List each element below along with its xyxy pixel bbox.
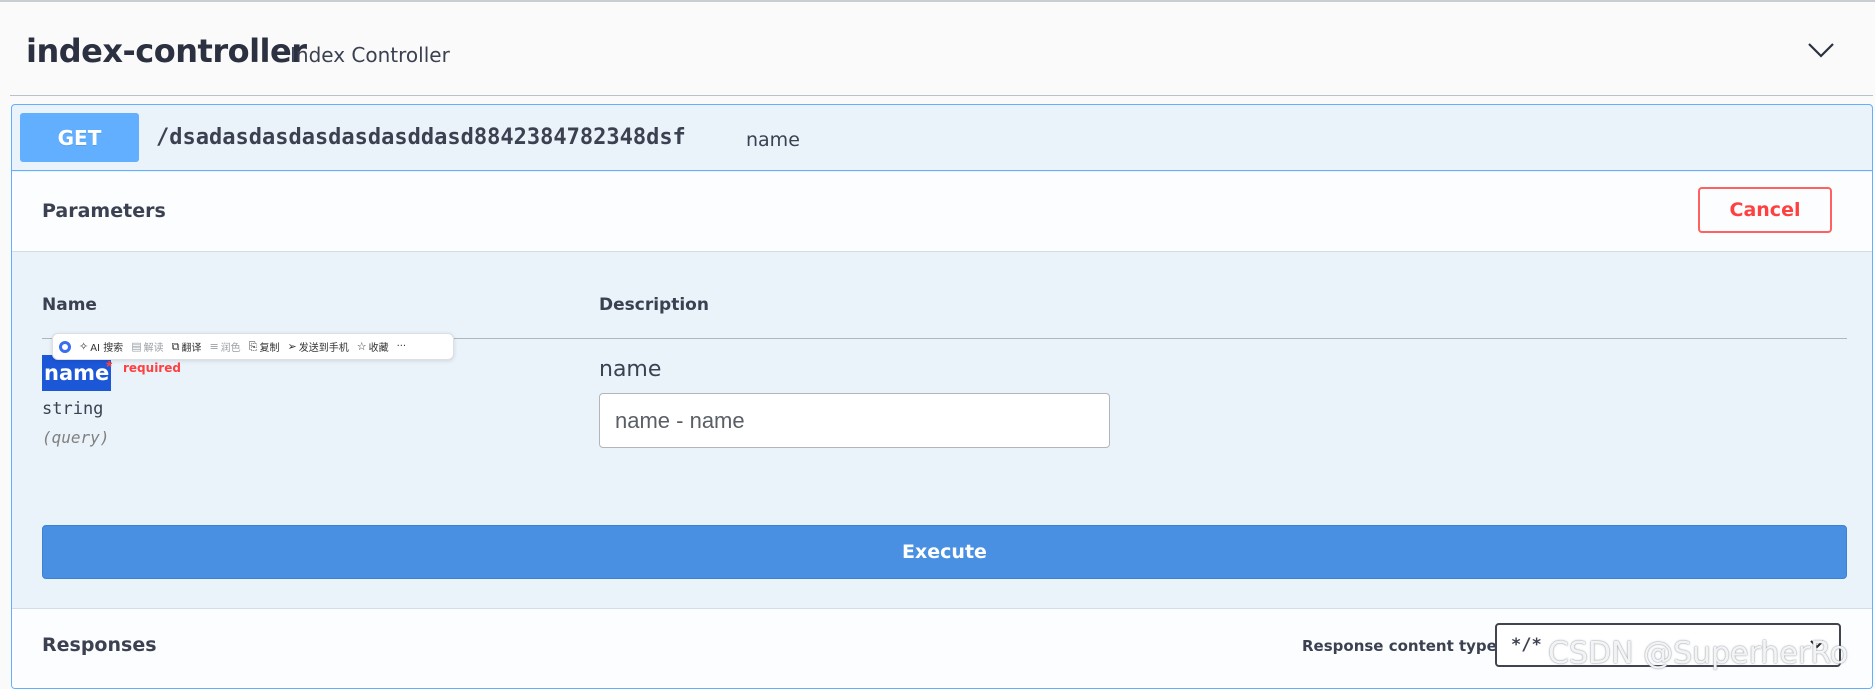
toolbar-copy[interactable]: ⎘ 复制: [248, 339, 280, 355]
operation-summary-text: name: [746, 129, 800, 151]
column-header-name: Name: [42, 295, 97, 315]
copy-icon: ⎘: [248, 339, 258, 353]
toolbar-send-to-phone[interactable]: ➢ 发送到手机: [287, 339, 348, 354]
watermark: CSDN @SuperherRo: [1548, 636, 1849, 671]
sparkle-icon: ✧: [79, 340, 89, 353]
star-icon: ☆: [356, 340, 367, 353]
parameter-type: string: [42, 399, 104, 419]
operation-summary[interactable]: GET /dsadasdasdasdasdasddasd884238478234…: [12, 105, 1872, 171]
http-method-badge: GET: [20, 113, 139, 162]
content-type-value: */*: [1511, 635, 1542, 655]
operation-path: /dsadasdasdasdasdasddasd8842384782348dsf: [156, 125, 686, 150]
column-header-description: Description: [599, 295, 709, 315]
chevron-down-icon[interactable]: [1803, 32, 1839, 68]
execute-button[interactable]: Execute: [42, 525, 1847, 579]
cancel-button[interactable]: Cancel: [1698, 187, 1832, 233]
more-icon[interactable]: ···: [397, 341, 407, 352]
polish-icon: ≡: [209, 340, 219, 353]
tag-description: Index Controller: [290, 43, 450, 67]
toolbar-polish[interactable]: ≡ 润色: [209, 339, 240, 354]
parameter-location: (query): [42, 428, 110, 447]
selection-toolbar: ✧ AI 搜索 ▤ 解读 ⧉ 翻译 ≡ 润色 ⎘ 复制 ➢ 发送到手机 ☆ 收藏 ···: [52, 333, 454, 360]
tag-header[interactable]: index-controller Index Controller: [10, 2, 1873, 96]
response-content-type-label: Response content type: [1302, 637, 1497, 655]
read-icon: ▤: [131, 340, 142, 353]
assistant-logo-icon[interactable]: [59, 340, 71, 353]
translate-icon: ⧉: [171, 339, 180, 353]
required-label: required: [123, 361, 181, 375]
send-icon: ➢: [287, 340, 297, 353]
tag-title: index-controller: [26, 32, 307, 70]
parameters-header: Parameters Cancel: [12, 172, 1872, 252]
required-star: *: [106, 359, 113, 376]
toolbar-ai-search[interactable]: ✧ AI 搜索: [79, 339, 123, 354]
parameter-description: name: [599, 357, 662, 382]
parameter-name: name: [42, 355, 112, 391]
toolbar-read[interactable]: ▤ 解读: [131, 339, 163, 354]
parameters-title: Parameters: [42, 200, 166, 222]
responses-title: Responses: [42, 634, 157, 656]
parameter-value-input[interactable]: [599, 393, 1110, 448]
operation-block: GET /dsadasdasdasdasdasddasd884238478234…: [11, 104, 1873, 689]
toolbar-translate[interactable]: ⧉ 翻译: [171, 339, 202, 355]
toolbar-favorite[interactable]: ☆ 收藏: [357, 339, 389, 354]
